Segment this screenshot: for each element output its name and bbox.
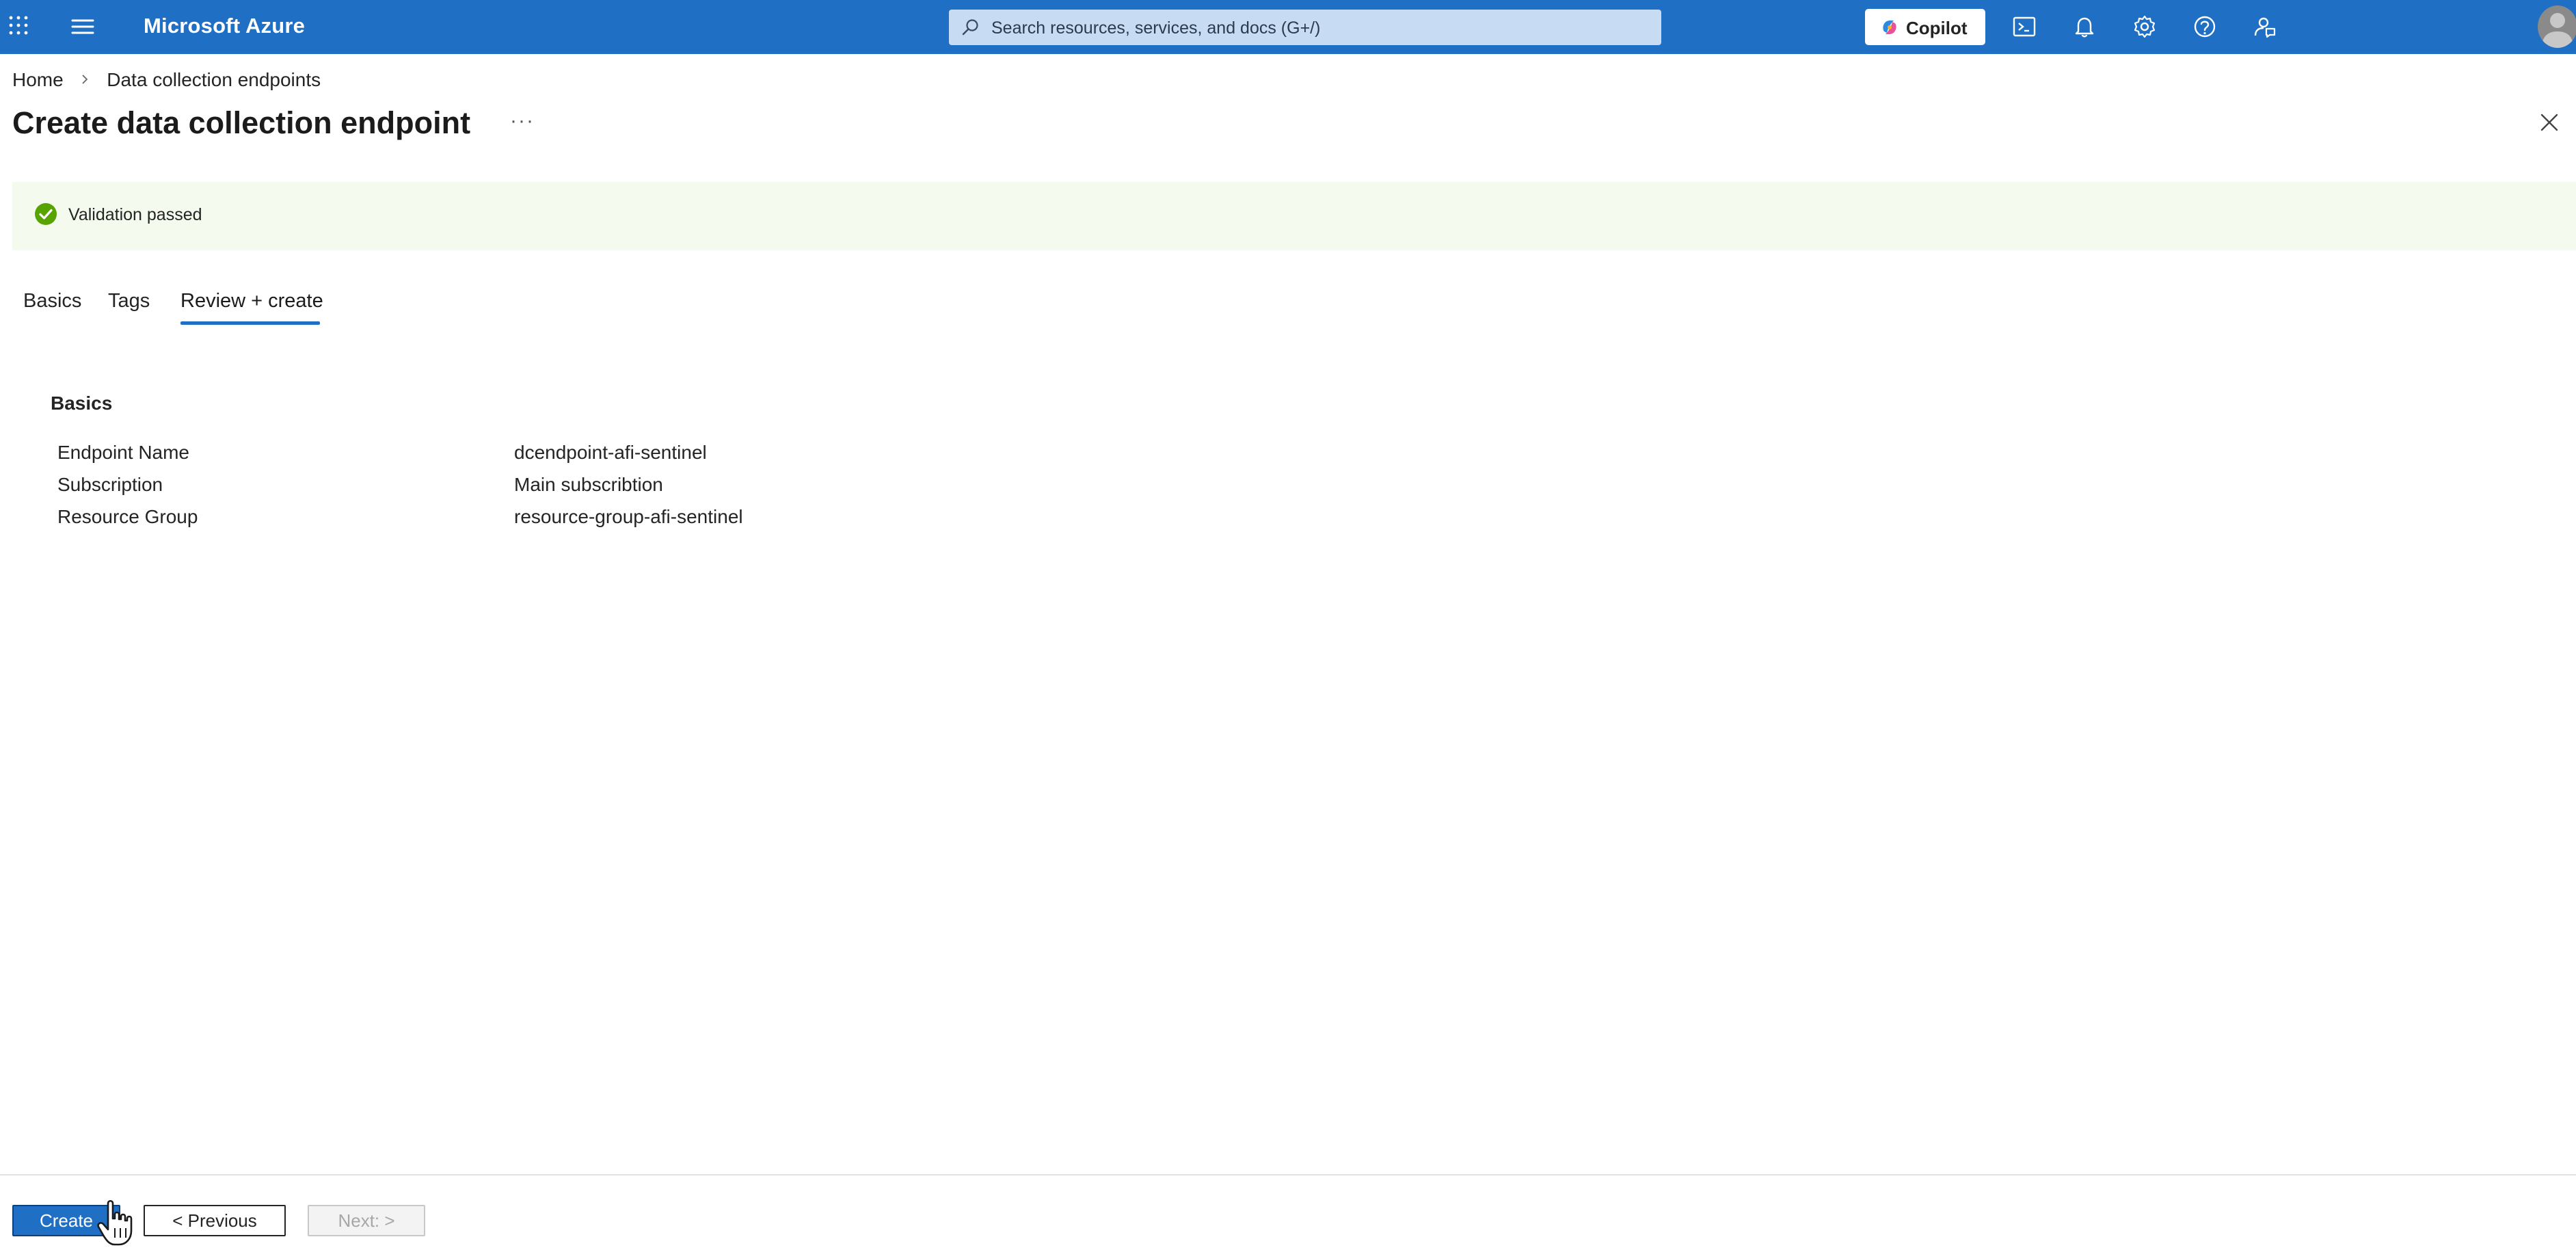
next-button[interactable]: Next: >: [308, 1205, 425, 1236]
summary-value: resource-group-afi-sentinel: [514, 506, 743, 527]
feedback-icon[interactable]: [2252, 14, 2278, 40]
page-title: Create data collection endpoint: [12, 105, 471, 140]
bell-icon[interactable]: [2071, 14, 2097, 40]
summary-key: Subscription: [57, 474, 163, 495]
search-input[interactable]: Search resources, services, and docs (G+…: [991, 18, 1320, 38]
global-search[interactable]: Search resources, services, and docs (G+…: [949, 10, 1661, 45]
waffle-icon[interactable]: [8, 15, 29, 36]
search-icon: [962, 19, 978, 36]
validation-text: Validation passed: [68, 205, 202, 224]
previous-button[interactable]: < Previous: [144, 1205, 286, 1236]
section-title-basics: Basics: [51, 393, 113, 414]
summary-row: Endpoint Name dcendpoint-afi-sentinel: [57, 442, 878, 469]
gear-icon[interactable]: [2132, 14, 2158, 40]
tab-review-create[interactable]: Review + create: [180, 290, 323, 312]
summary-value: dcendpoint-afi-sentinel: [514, 442, 707, 463]
brand-title[interactable]: Microsoft Azure: [144, 14, 305, 38]
avatar[interactable]: [2538, 5, 2576, 48]
more-options-icon[interactable]: ···: [510, 109, 535, 133]
chevron-right-icon: [82, 75, 88, 84]
copilot-button[interactable]: Copilot: [1865, 9, 1985, 45]
tab-tags[interactable]: Tags: [108, 290, 150, 312]
active-tab-indicator: [180, 321, 320, 325]
summary-value: Main subscribtion: [514, 474, 663, 495]
tab-basics[interactable]: Basics: [23, 290, 81, 312]
top-bar: Microsoft Azure Search resources, servic…: [0, 0, 2576, 54]
footer-divider: [0, 1174, 2576, 1175]
hand-cursor-icon: [97, 1199, 133, 1246]
copilot-label: Copilot: [1906, 18, 1968, 38]
summary-key: Endpoint Name: [57, 442, 190, 463]
summary-row: Resource Group resource-group-afi-sentin…: [57, 506, 878, 533]
close-icon[interactable]: [2539, 112, 2560, 133]
summary-row: Subscription Main subscribtion: [57, 474, 878, 501]
hamburger-icon[interactable]: [71, 16, 94, 37]
summary-key: Resource Group: [57, 506, 198, 527]
copilot-icon: [1883, 21, 1896, 34]
breadcrumb: Home Data collection endpoints: [12, 68, 321, 91]
validation-banner: Validation passed: [12, 182, 2576, 250]
help-icon[interactable]: [2192, 14, 2218, 40]
breadcrumb-data-collection-endpoints[interactable]: Data collection endpoints: [107, 69, 321, 91]
breadcrumb-home[interactable]: Home: [12, 69, 64, 91]
success-check-icon: [35, 203, 57, 225]
user-avatar-icon: [2542, 13, 2573, 48]
cloud-shell-icon[interactable]: [2011, 14, 2037, 40]
